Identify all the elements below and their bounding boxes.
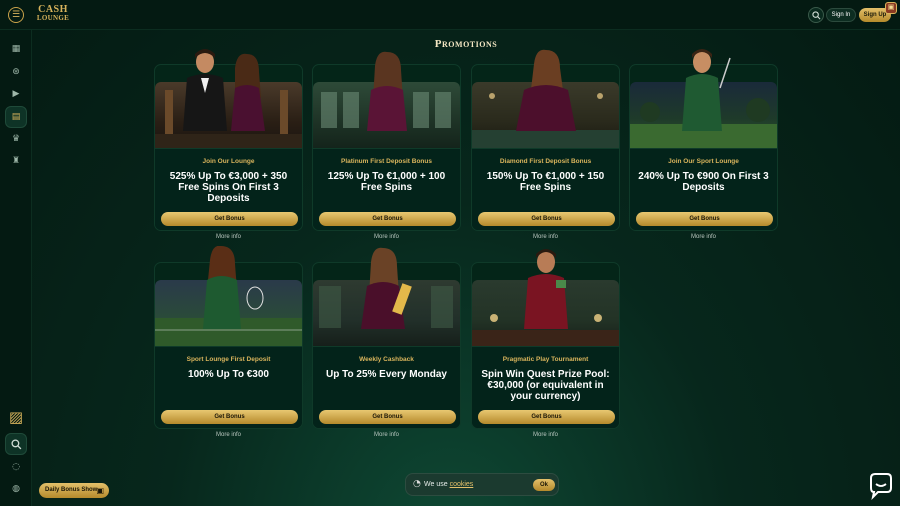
chat-bubble-icon[interactable]: ◌ — [8, 459, 24, 475]
promo-body: Sport Lounge First Deposit 100% Up To €3… — [155, 346, 302, 438]
promo-image — [472, 82, 619, 148]
page-title: Promotions — [434, 38, 498, 50]
promo-image — [313, 280, 460, 346]
more-info-link[interactable]: More info — [155, 234, 302, 240]
promo-card: Weekly Cashback Up To 25% Every Monday G… — [312, 247, 461, 438]
get-bonus-button[interactable]: Get Bonus — [636, 212, 773, 226]
search-icon[interactable] — [808, 7, 824, 23]
daily-bonus-show-button[interactable]: Daily Bonus Show ▣ — [39, 483, 109, 498]
promo-body: Join Our Sport Lounge 240% Up To €900 On… — [630, 148, 777, 240]
get-bonus-button[interactable]: Get Bonus — [161, 410, 298, 424]
more-info-link[interactable]: More info — [313, 432, 460, 438]
cookies-link[interactable]: cookies — [450, 481, 474, 488]
promo-title: Platinum First Deposit Bonus — [340, 158, 432, 165]
gift-icon: ▣ — [96, 486, 104, 495]
promo-card: Join Our Sport Lounge 240% Up To €900 On… — [629, 49, 778, 240]
promo-offer: 125% Up To €1,000 + 100 Free Spins — [327, 171, 446, 193]
promo-image — [155, 280, 302, 346]
promo-body: Pragmatic Play Tournament Spin Win Quest… — [472, 346, 619, 438]
promo-image — [313, 82, 460, 148]
more-info-link[interactable]: More info — [155, 432, 302, 438]
promo-image — [472, 280, 619, 346]
promo-title: Weekly Cashback — [359, 356, 414, 363]
daily-bonus-label: Daily Bonus Show — [45, 487, 98, 493]
promo-card: Pragmatic Play Tournament Spin Win Quest… — [471, 249, 620, 438]
cookie-ok-button[interactable]: Ok — [533, 479, 555, 491]
promo-offer: Up To 25% Every Monday — [326, 369, 447, 380]
sidebar: ▦ ⊛ ▶ ▤ ♛ ♜ ▨ ◌ ◍ — [0, 30, 32, 506]
logo-line2: LOUNGE — [36, 14, 70, 22]
promo-body: Platinum First Deposit Bonus 125% Up To … — [313, 148, 460, 240]
gift-box-icon[interactable]: ▨ — [5, 406, 27, 428]
get-bonus-button[interactable]: Get Bonus — [478, 410, 615, 424]
promo-offer: 100% Up To €300 — [188, 369, 269, 380]
cookie-text: We use cookies — [424, 481, 473, 488]
sidebar-search-icon[interactable] — [5, 433, 27, 455]
more-info-link[interactable]: More info — [472, 234, 619, 240]
promo-body: Join Our Lounge 525% Up To €3,000 + 350 … — [155, 148, 302, 240]
more-info-link[interactable]: More info — [472, 432, 619, 438]
promo-title: Join Our Sport Lounge — [668, 158, 739, 165]
get-bonus-button[interactable]: Get Bonus — [161, 212, 298, 226]
promo-card: Platinum First Deposit Bonus 125% Up To … — [312, 51, 461, 240]
logo-line1: CASH — [38, 4, 68, 15]
promo-offer: 240% Up To €900 On First 3 Deposits — [638, 171, 769, 193]
top-header: ☰ CASH LOUNGE Sign In Sign Up ▣ — [0, 0, 900, 30]
promo-image — [155, 82, 302, 148]
cookie-message: We use — [424, 481, 450, 488]
promo-image — [630, 82, 777, 148]
promo-title: Sport Lounge First Deposit — [186, 356, 271, 363]
promo-title: Diamond First Deposit Bonus — [499, 158, 592, 165]
promo-offer: 525% Up To €3,000 + 350 Free Spins On Fi… — [169, 171, 288, 204]
live-chat-icon[interactable] — [866, 472, 896, 501]
cookie-banner: ◔ We use cookies Ok — [405, 473, 559, 496]
crown-icon[interactable]: ♛ — [8, 131, 24, 147]
promo-body: Diamond First Deposit Bonus 150% Up To €… — [472, 148, 619, 240]
get-bonus-button[interactable]: Get Bonus — [319, 212, 456, 226]
trophy-icon[interactable]: ♜ — [8, 153, 24, 169]
promo-offer: 150% Up To €1,000 + 150 Free Spins — [486, 171, 605, 193]
get-bonus-button[interactable]: Get Bonus — [478, 212, 615, 226]
promo-title: Pragmatic Play Tournament — [502, 356, 589, 363]
cookie-icon: ◔ — [413, 479, 421, 489]
get-bonus-button[interactable]: Get Bonus — [319, 410, 456, 424]
live-casino-icon[interactable]: ▶ — [8, 86, 24, 102]
globe-icon[interactable]: ◍ — [8, 481, 24, 497]
promo-offer: Spin Win Quest Prize Pool: €30,000 (or e… — [481, 369, 610, 402]
cash-lounge-logo[interactable]: CASH LOUNGE — [36, 5, 70, 25]
more-info-link[interactable]: More info — [630, 234, 777, 240]
promo-card: Sport Lounge First Deposit 100% Up To €3… — [154, 246, 303, 438]
promo-card: Diamond First Deposit Bonus 150% Up To €… — [471, 49, 620, 240]
gift-notification-icon[interactable]: ▣ — [885, 2, 897, 14]
promo-title: Join Our Lounge — [202, 158, 255, 165]
sign-in-button[interactable]: Sign In — [826, 8, 856, 22]
sports-ball-icon[interactable]: ⊛ — [8, 64, 24, 80]
promo-body: Weekly Cashback Up To 25% Every Monday G… — [313, 346, 460, 438]
promo-card: Join Our Lounge 525% Up To €3,000 + 350 … — [154, 49, 303, 240]
menu-icon[interactable]: ☰ — [8, 7, 24, 23]
more-info-link[interactable]: More info — [313, 234, 460, 240]
gift-icon[interactable]: ▤ — [5, 106, 27, 128]
